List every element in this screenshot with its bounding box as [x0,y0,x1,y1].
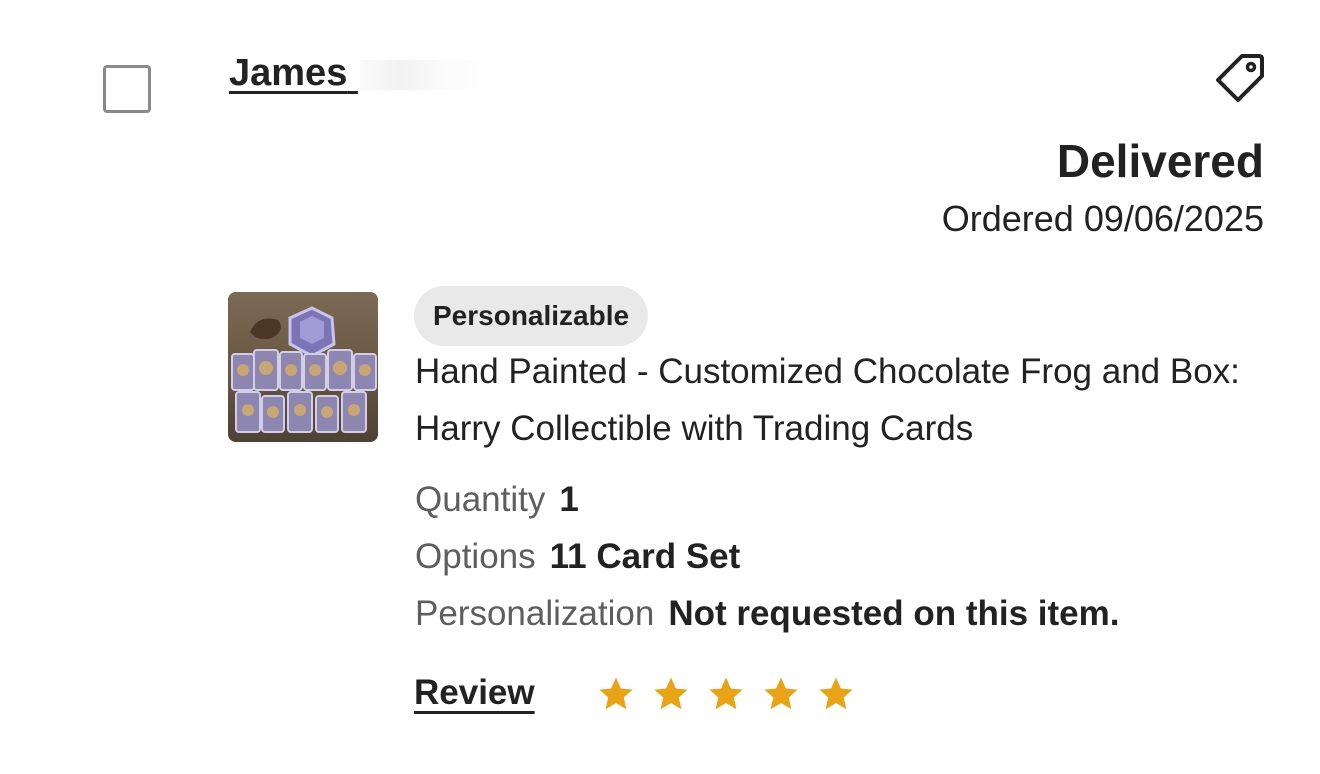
buyer-name-link[interactable]: James [229,52,500,95]
star-rating[interactable] [597,675,855,713]
detail-personalization: Personalization Not requested on this ite… [415,594,1119,634]
order-status: Delivered [1056,135,1264,187]
star-icon[interactable] [817,675,855,713]
detail-value: 1 [559,480,579,519]
order-select-checkbox[interactable] [103,65,151,113]
order-date: Ordered 09/06/2025 [941,198,1264,239]
star-icon[interactable] [652,675,690,713]
tag-icon[interactable] [1212,50,1266,104]
detail-value: 11 Card Set [549,537,741,576]
detail-label: Personalization [415,594,655,633]
buyer-name-text: James [229,52,348,94]
product-title-link[interactable]: Hand Painted - Customized Chocolate Frog… [415,343,1275,457]
detail-options: Options 11 Card Set [415,537,740,577]
detail-label: Options [415,537,536,576]
detail-quantity: Quantity 1 [415,480,579,520]
personalizable-badge: Personalizable [414,286,649,346]
detail-label: Quantity [415,480,546,519]
product-thumbnail[interactable] [228,292,378,442]
star-icon[interactable] [762,675,800,713]
star-icon[interactable] [597,675,635,713]
product-photo [228,292,378,442]
star-icon[interactable] [707,675,745,713]
review-link[interactable]: Review [414,673,535,713]
redacted-surname [359,59,500,90]
detail-value: Not requested on this item. [668,594,1120,633]
